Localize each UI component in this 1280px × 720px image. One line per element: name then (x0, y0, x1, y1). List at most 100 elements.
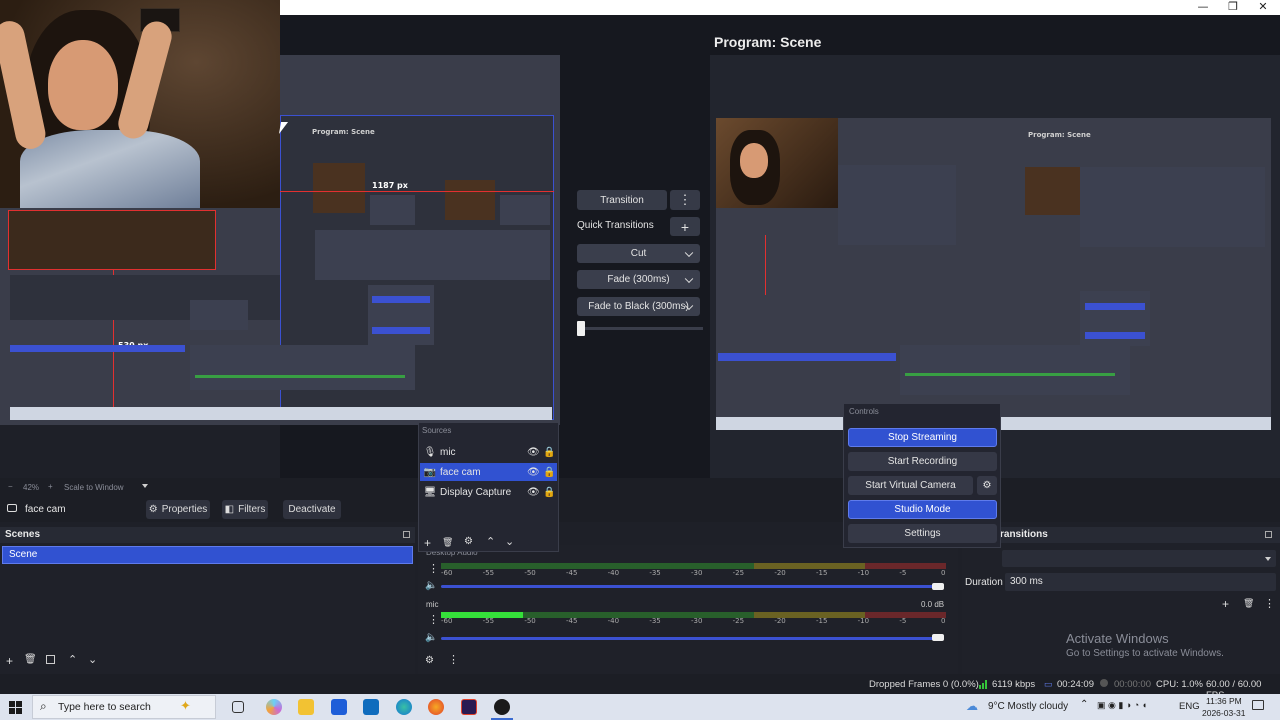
notifications-icon[interactable] (1252, 700, 1264, 710)
meter-tick-label: -5 (899, 617, 907, 625)
language-indicator[interactable]: ENG (1179, 701, 1200, 712)
guide-line-horizontal (280, 191, 554, 192)
source-item-face-cam[interactable]: 📷 face cam 👁 🔒 (420, 463, 557, 481)
chevron-up-icon[interactable]: ⌃ (486, 535, 495, 548)
nested-meter (195, 375, 405, 378)
t-bar-handle[interactable] (577, 321, 585, 336)
lock-icon[interactable]: 🔒 (543, 447, 557, 458)
close-window-button[interactable]: ✕ (1248, 0, 1278, 15)
clock-date[interactable]: 2026-03-31 (1202, 708, 1245, 718)
windows-start-icon[interactable] (9, 701, 22, 714)
task-view-icon[interactable] (232, 701, 244, 713)
undock-icon[interactable] (403, 531, 410, 538)
caret-down-icon (1265, 557, 1271, 561)
gear-icon[interactable]: ⚙ (464, 536, 473, 547)
trash-icon[interactable]: 🗑 (24, 654, 37, 665)
more-vertical-icon[interactable]: ⋮ (428, 613, 439, 626)
t-bar-track[interactable] (577, 327, 703, 330)
eye-icon[interactable]: 👁 (527, 487, 543, 498)
transition-select[interactable] (1002, 550, 1276, 567)
add-transition-icon[interactable]: + (1222, 597, 1229, 611)
scene-list-item[interactable]: Scene (2, 546, 413, 564)
studio-mode-button[interactable]: Studio Mode (848, 500, 997, 519)
volume-slider-knob[interactable] (932, 634, 944, 641)
settings-button[interactable]: Settings (848, 524, 997, 543)
more-vertical-icon[interactable]: ⋮ (448, 653, 459, 666)
program-nested-highlight (1085, 332, 1145, 339)
source-item-display-capture[interactable]: 🖥 Display Capture 👁 🔒 (420, 483, 557, 501)
eye-icon[interactable]: 👁 (527, 467, 543, 478)
app-icon[interactable] (461, 699, 477, 715)
caret-down-icon[interactable] (142, 484, 148, 488)
weather-text[interactable]: 9°C Mostly cloudy (988, 701, 1068, 712)
quick-transition-label: Fade (300ms) (607, 274, 670, 285)
chevron-up-icon[interactable]: ⌃ (68, 653, 77, 666)
store-icon[interactable] (331, 699, 347, 715)
chevron-down-icon[interactable]: ⌄ (88, 653, 97, 666)
volume-slider-knob[interactable] (932, 583, 944, 590)
volume-slider[interactable] (441, 585, 941, 588)
nested-controls-highlight (372, 296, 430, 303)
duration-spinbox[interactable]: 300 ms (1005, 573, 1276, 591)
edge-icon[interactable] (396, 699, 412, 715)
speaker-icon[interactable]: 🔈 (425, 580, 437, 591)
firefox-icon[interactable] (428, 699, 444, 715)
trash-icon[interactable]: 🗑 (1243, 598, 1254, 609)
outlook-icon[interactable] (363, 699, 379, 715)
lock-icon[interactable]: 🔒 (543, 487, 557, 498)
filter-icon: ◧ (224, 504, 235, 515)
program-nested-panel (838, 165, 956, 245)
program-nested-meter (905, 373, 1115, 376)
start-virtual-camera-button[interactable]: Start Virtual Camera (848, 476, 973, 495)
properties-label: Properties (161, 504, 208, 515)
chevron-down-icon (684, 248, 694, 257)
tray-icons[interactable]: ▣ ◉ ▮ ◑ ◔ ◖ (1097, 700, 1147, 711)
chevron-down-icon[interactable]: ⌄ (505, 535, 514, 548)
stop-streaming-button[interactable]: Stop Streaming (848, 428, 997, 447)
nested-panel (370, 195, 415, 225)
speaker-icon[interactable]: 🔈 (425, 632, 437, 643)
file-explorer-icon[interactable] (298, 699, 314, 715)
mixer-settings-icon[interactable]: ⚙ (425, 655, 434, 666)
more-vertical-icon[interactable]: ⋮ (428, 562, 439, 575)
minimize-button[interactable]: — (1188, 0, 1218, 15)
source-label: Display Capture (440, 486, 512, 498)
add-scene-icon[interactable]: + (6, 654, 13, 668)
undock-icon[interactable] (1265, 531, 1272, 538)
scale-dropdown[interactable]: Scale to Window (64, 483, 124, 492)
volume-slider[interactable] (441, 637, 941, 640)
nested-scene-row (10, 345, 185, 352)
start-recording-button[interactable]: Start Recording (848, 452, 997, 471)
lock-icon[interactable]: 🔒 (543, 467, 557, 478)
chevron-up-icon[interactable]: ⌃ (1080, 699, 1088, 710)
transitions-title: ransitions (962, 527, 1280, 543)
trash-icon[interactable]: 🗑 (442, 537, 453, 548)
nested-audio (190, 345, 415, 390)
transition-menu-button[interactable]: ⋮ (670, 190, 700, 210)
mixer-db-value: 0.0 dB (921, 600, 945, 609)
restore-button[interactable]: ❐ (1218, 0, 1248, 15)
quick-transition-fade-black[interactable]: Fade to Black (300ms) (577, 297, 700, 316)
quick-transition-cut[interactable]: Cut (577, 244, 700, 263)
deactivate-button[interactable]: Deactivate (283, 500, 341, 519)
filters-button[interactable]: ◧ Filters (222, 500, 268, 519)
obs-icon[interactable] (494, 699, 510, 715)
add-quick-transition-button[interactable]: + (670, 217, 700, 236)
program-nested-mixer (900, 345, 1130, 395)
add-source-icon[interactable]: + (424, 536, 431, 550)
transition-button[interactable]: Transition (577, 190, 667, 210)
eye-icon[interactable]: 👁 (527, 447, 543, 458)
quick-transition-fade[interactable]: Fade (300ms) (577, 270, 700, 289)
meter-tick-label: -60 (441, 617, 453, 625)
clock-time[interactable]: 11:36 PM (1206, 696, 1242, 706)
meter-tick-label: -35 (649, 569, 661, 577)
copilot-icon[interactable] (266, 699, 282, 715)
source-item-mic[interactable]: 🎙 mic 👁 🔒 (420, 443, 557, 461)
zoom-in-icon[interactable]: + (48, 482, 53, 491)
more-vertical-icon[interactable]: ⋮ (1264, 597, 1275, 610)
selected-webcam-bounds[interactable] (8, 210, 216, 270)
zoom-out-icon[interactable]: − (8, 482, 13, 491)
properties-button[interactable]: ⚙ Properties (146, 500, 210, 519)
virtual-camera-settings-button[interactable]: ⚙ (977, 476, 997, 495)
scene-filters-icon[interactable] (46, 655, 55, 664)
